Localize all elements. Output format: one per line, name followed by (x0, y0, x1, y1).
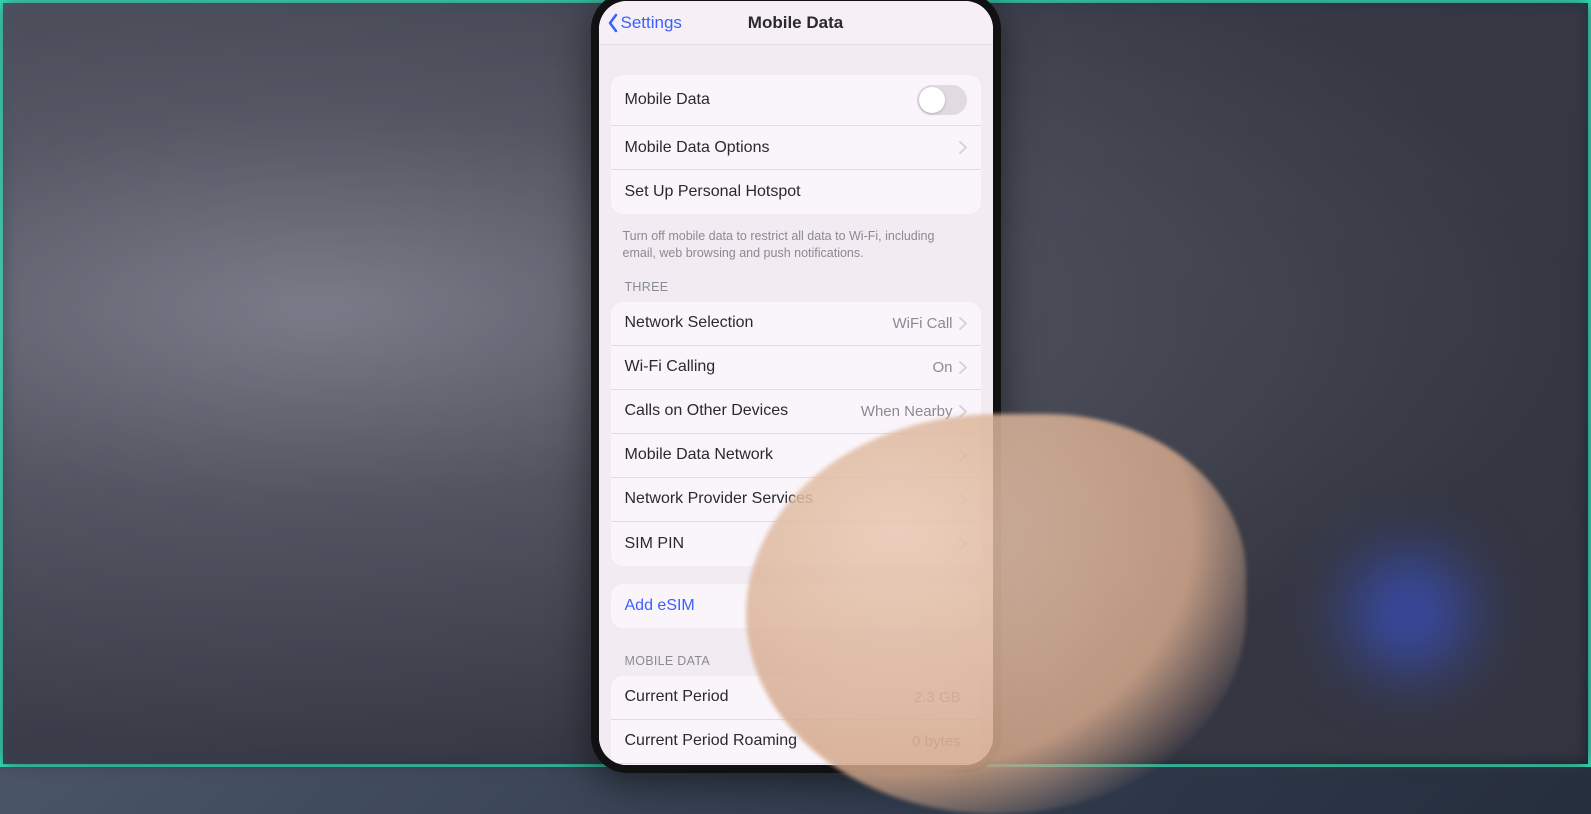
personal-hotspot-label: Set Up Personal Hotspot (625, 183, 967, 201)
chevron-left-icon (607, 13, 619, 33)
personal-hotspot-row[interactable]: Set Up Personal Hotspot (611, 170, 981, 214)
chevron-right-icon (959, 493, 967, 506)
settings-content[interactable]: Mobile Data Mobile Data Options Set Up P… (599, 45, 993, 765)
wifi-calling-row[interactable]: Wi-Fi Calling On (611, 346, 981, 390)
network-provider-services-row[interactable]: Network Provider Services (611, 478, 981, 522)
network-provider-services-label: Network Provider Services (625, 490, 959, 508)
calls-other-devices-label: Calls on Other Devices (625, 402, 861, 420)
chevron-right-icon (959, 405, 967, 418)
current-period-value: 2.3 GB (914, 689, 961, 706)
add-esim-row[interactable]: Add eSIM (611, 584, 981, 628)
navigation-bar: Settings Mobile Data (599, 1, 993, 45)
esim-group: Add eSIM (611, 584, 981, 628)
wifi-calling-label: Wi-Fi Calling (625, 358, 933, 376)
add-esim-label: Add eSIM (625, 597, 967, 615)
current-period-roaming-row: Current Period Roaming 0 bytes (611, 720, 981, 764)
back-button[interactable]: Settings (599, 13, 682, 33)
calls-other-devices-value: When Nearby (861, 403, 953, 420)
wifi-calling-value: On (932, 359, 952, 376)
chevron-right-icon (959, 141, 967, 154)
current-period-label: Current Period (625, 688, 914, 706)
calls-other-devices-row[interactable]: Calls on Other Devices When Nearby (611, 390, 981, 434)
app-usage-row[interactable]: Speedtest 760 MB (611, 764, 981, 765)
current-period-row: Current Period 2.3 GB (611, 676, 981, 720)
mobile-data-toggle[interactable] (917, 85, 967, 115)
mobile-data-network-row[interactable]: Mobile Data Network (611, 434, 981, 478)
network-selection-row[interactable]: Network Selection WiFi Call (611, 302, 981, 346)
back-label: Settings (621, 13, 682, 33)
usage-group: Current Period 2.3 GB Current Period Roa… (611, 676, 981, 765)
mobile-data-options-label: Mobile Data Options (625, 139, 959, 157)
mobile-data-group: Mobile Data Mobile Data Options Set Up P… (611, 75, 981, 214)
mobile-data-options-row[interactable]: Mobile Data Options (611, 126, 981, 170)
mobile-data-network-label: Mobile Data Network (625, 446, 959, 464)
network-selection-label: Network Selection (625, 314, 893, 332)
usage-section-header: MOBILE DATA (599, 636, 993, 672)
page-title: Mobile Data (748, 13, 843, 33)
sim-pin-row[interactable]: SIM PIN (611, 522, 981, 566)
current-period-roaming-value: 0 bytes (912, 733, 960, 750)
current-period-roaming-label: Current Period Roaming (625, 732, 913, 750)
network-selection-value: WiFi Call (893, 315, 953, 332)
chevron-right-icon (959, 449, 967, 462)
carrier-section-header: THREE (599, 262, 993, 298)
phone-screen: Settings Mobile Data Mobile Data Mobile … (599, 1, 993, 765)
mobile-data-footer: Turn off mobile data to restrict all dat… (599, 222, 993, 262)
sim-pin-label: SIM PIN (625, 535, 959, 553)
mobile-data-label: Mobile Data (625, 91, 917, 109)
chevron-right-icon (959, 361, 967, 374)
mobile-data-row[interactable]: Mobile Data (611, 75, 981, 126)
chevron-right-icon (959, 317, 967, 330)
carrier-group: Network Selection WiFi Call Wi-Fi Callin… (611, 302, 981, 566)
phone-frame: Settings Mobile Data Mobile Data Mobile … (591, 0, 1001, 773)
chevron-right-icon (959, 537, 967, 550)
